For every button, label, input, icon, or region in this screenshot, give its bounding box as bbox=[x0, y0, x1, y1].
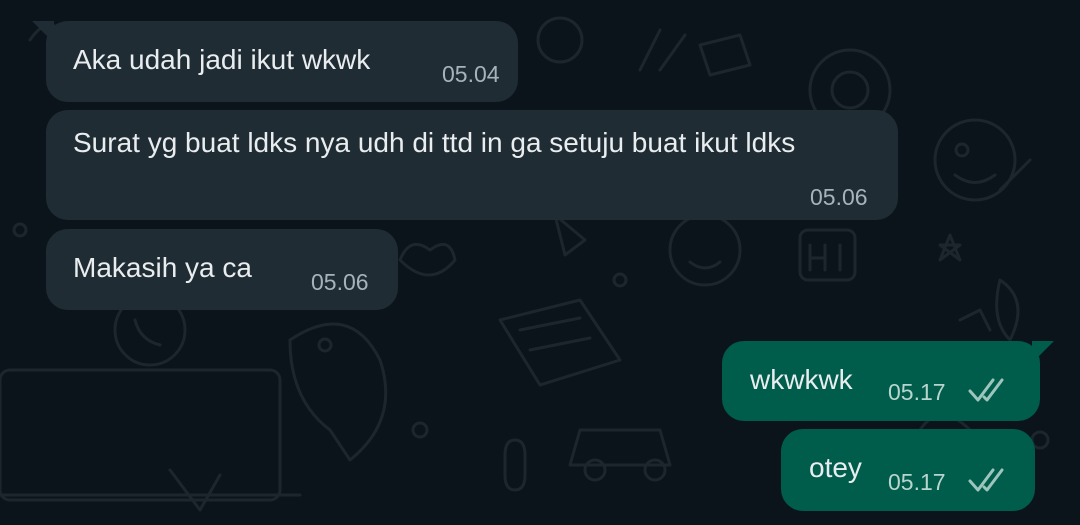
message-text: Makasih ya ca bbox=[73, 252, 252, 283]
incoming-message[interactable]: Makasih ya ca 05.06 bbox=[46, 229, 398, 310]
incoming-message[interactable]: Aka udah jadi ikut wkwk 05.04 bbox=[32, 21, 518, 102]
message-time: 05.06 bbox=[311, 269, 369, 295]
message-time: 05.04 bbox=[442, 61, 500, 87]
bubble-tail bbox=[32, 21, 54, 43]
message-time: 05.06 bbox=[810, 184, 868, 210]
message-text: Aka udah jadi ikut wkwk bbox=[73, 44, 371, 75]
message-time: 05.17 bbox=[888, 469, 946, 495]
bubble-tail bbox=[1032, 341, 1054, 363]
message-text: wkwkwk bbox=[750, 364, 853, 395]
message-text: otey bbox=[809, 452, 862, 483]
message-text: Surat yg buat ldks nya udh di ttd in ga … bbox=[73, 127, 796, 158]
incoming-message[interactable]: Surat yg buat ldks nya udh di ttd in ga … bbox=[46, 110, 898, 220]
message-list[interactable]: Aka udah jadi ikut wkwk 05.04 Surat yg b… bbox=[0, 0, 1080, 525]
double-check-icon bbox=[968, 378, 1004, 402]
outgoing-message[interactable]: otey 05.17 bbox=[781, 429, 1035, 511]
double-check-icon bbox=[968, 468, 1004, 492]
message-time: 05.17 bbox=[888, 379, 946, 405]
outgoing-message[interactable]: wkwkwk 05.17 bbox=[722, 341, 1054, 421]
